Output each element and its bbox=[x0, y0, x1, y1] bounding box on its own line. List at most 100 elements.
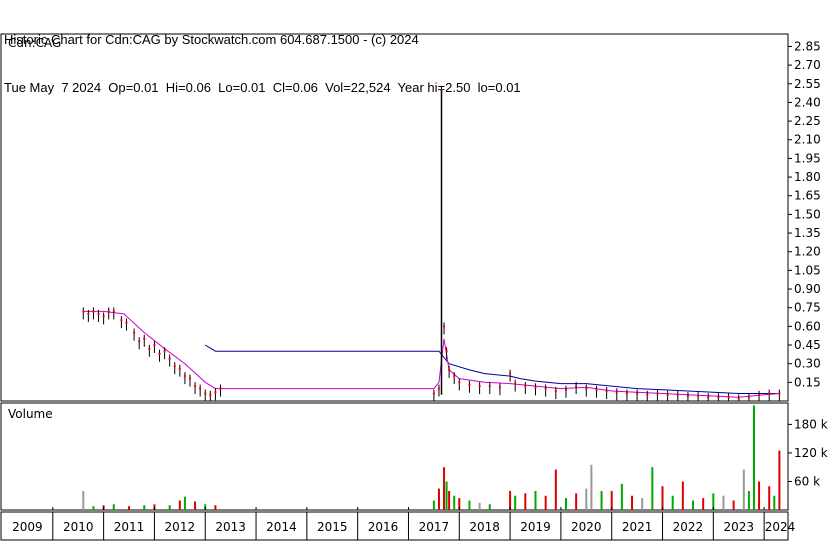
x-tick-label: 2024 bbox=[765, 520, 796, 534]
volume-bar bbox=[778, 450, 781, 510]
x-tick-label: 2011 bbox=[114, 520, 145, 534]
close-dot bbox=[514, 382, 517, 385]
close-dot bbox=[173, 365, 176, 368]
close-dot bbox=[158, 352, 161, 355]
close-dot bbox=[209, 393, 212, 396]
close-dot bbox=[747, 396, 750, 399]
price-y-tick-label: 2.70 bbox=[794, 58, 821, 72]
price-y-tick-label: 1.20 bbox=[794, 245, 821, 259]
close-dot bbox=[478, 385, 481, 388]
close-dot bbox=[194, 385, 197, 388]
volume-y-tick-label: 180 k bbox=[794, 417, 828, 431]
close-dot bbox=[468, 383, 471, 386]
close-dot bbox=[727, 396, 730, 399]
close-dot bbox=[168, 357, 171, 360]
price-y-tick-label: 0.75 bbox=[794, 301, 821, 315]
volume-panel-frame bbox=[0, 402, 789, 511]
ma-long-series bbox=[204, 344, 780, 394]
x-tick-label: 2009 bbox=[12, 520, 43, 534]
close-dot bbox=[509, 372, 512, 375]
close-dot bbox=[458, 381, 461, 384]
price-y-tick-label: 1.95 bbox=[794, 151, 821, 165]
volume-bar bbox=[478, 502, 481, 510]
price-series bbox=[82, 85, 781, 401]
close-dot bbox=[97, 312, 100, 315]
volume-bar bbox=[443, 467, 446, 510]
volume-bar bbox=[620, 483, 623, 510]
volume-bar bbox=[681, 481, 684, 510]
close-dot bbox=[87, 312, 90, 315]
close-dot bbox=[183, 375, 186, 378]
volume-bar bbox=[554, 469, 557, 510]
close-dot bbox=[564, 388, 567, 391]
volume-bars bbox=[82, 405, 781, 510]
volume-bar bbox=[564, 498, 567, 510]
close-dot bbox=[82, 310, 85, 313]
volume-bar bbox=[742, 469, 745, 510]
price-y-tick-label: 0.30 bbox=[794, 357, 821, 371]
x-tick-label: 2017 bbox=[419, 520, 450, 534]
volume-bar bbox=[432, 500, 435, 510]
close-dot bbox=[605, 390, 608, 393]
close-dot bbox=[575, 385, 578, 388]
x-tick-label: 2022 bbox=[673, 520, 704, 534]
close-dot bbox=[432, 392, 435, 395]
close-dot bbox=[204, 392, 207, 395]
close-dot bbox=[585, 387, 588, 390]
x-tick-label: 2016 bbox=[368, 520, 399, 534]
price-y-tick-label: 0.90 bbox=[794, 282, 821, 296]
volume-bar bbox=[488, 504, 491, 510]
close-dot bbox=[199, 387, 202, 390]
close-dot bbox=[437, 387, 440, 390]
close-dot bbox=[615, 391, 618, 394]
volume-bar bbox=[214, 505, 217, 510]
x-tick-label: 2020 bbox=[571, 520, 602, 534]
price-y-tick-label: 1.65 bbox=[794, 189, 821, 203]
volume-bar bbox=[747, 490, 750, 510]
volume-bar bbox=[128, 506, 131, 510]
stock-chart: Cdn:CAG 2.85 2.70 2.55 2.40 2.25 2.10 1.95 1.80… bbox=[0, 33, 828, 541]
close-dot bbox=[544, 387, 547, 390]
volume-bar bbox=[468, 500, 471, 510]
close-dot bbox=[625, 392, 628, 395]
close-dot bbox=[524, 385, 527, 388]
price-y-tick-label: 0.60 bbox=[794, 319, 821, 333]
close-dot bbox=[666, 393, 669, 396]
close-dot bbox=[188, 377, 191, 380]
volume-bar bbox=[82, 490, 85, 510]
close-dot bbox=[445, 350, 448, 353]
volume-bar bbox=[112, 504, 115, 510]
close-dot bbox=[153, 344, 156, 347]
close-dot bbox=[125, 321, 128, 324]
price-y-axis: 2.85 2.70 2.55 2.40 2.25 2.10 1.95 1.80 1.65 1.50… bbox=[788, 39, 821, 389]
close-dot bbox=[163, 350, 166, 353]
close-dot bbox=[768, 392, 771, 395]
volume-bar bbox=[92, 506, 95, 510]
volume-bar bbox=[600, 490, 603, 510]
price-y-tick-label: 0.15 bbox=[794, 375, 821, 389]
volume-bar bbox=[641, 498, 644, 510]
volume-bar bbox=[631, 495, 634, 510]
volume-bar bbox=[448, 490, 451, 510]
volume-bar bbox=[437, 488, 440, 510]
volume-bar bbox=[585, 488, 588, 510]
volume-bar bbox=[544, 495, 547, 510]
volume-bar bbox=[168, 505, 171, 510]
volume-bar bbox=[702, 498, 705, 510]
price-y-tick-label: 1.50 bbox=[794, 207, 821, 221]
close-dot bbox=[737, 397, 740, 400]
price-panel-frame bbox=[0, 33, 789, 402]
close-dot bbox=[646, 393, 649, 396]
ma-long-line bbox=[204, 344, 780, 394]
close-dot bbox=[656, 392, 659, 395]
close-dot bbox=[717, 396, 720, 399]
volume-bar bbox=[651, 467, 654, 510]
price-y-tick-label: 2.55 bbox=[794, 77, 821, 91]
ma-short-line bbox=[83, 310, 780, 398]
x-tick-label: 2010 bbox=[63, 520, 94, 534]
price-y-tick-label: 2.25 bbox=[794, 114, 821, 128]
volume-bar bbox=[773, 495, 776, 510]
price-y-tick-label: 2.10 bbox=[794, 133, 821, 147]
price-y-tick-label: 2.40 bbox=[794, 95, 821, 109]
close-dot bbox=[778, 392, 781, 395]
